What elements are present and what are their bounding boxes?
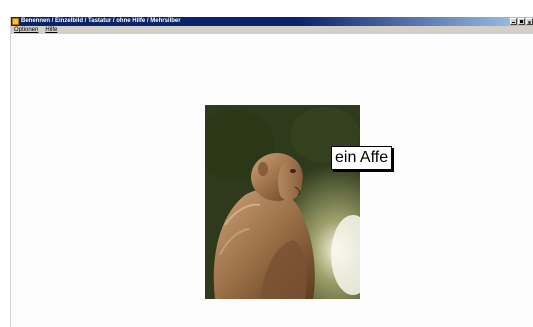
- maximize-button[interactable]: [518, 18, 525, 25]
- menu-hilfe[interactable]: Hilfe: [45, 26, 57, 34]
- monkey-photo: [205, 105, 360, 299]
- minimize-icon: [512, 20, 515, 23]
- close-icon: [528, 20, 531, 23]
- app-icon[interactable]: [12, 18, 19, 25]
- menu-optionen[interactable]: Optionen: [14, 26, 38, 34]
- app-window: Benennen / Einzelbild / Tastatur / ohne …: [10, 17, 533, 327]
- menu-bar: Optionen Hilfe: [11, 26, 533, 34]
- window-title: Benennen / Einzelbild / Tastatur / ohne …: [21, 18, 181, 24]
- close-button[interactable]: [526, 18, 533, 25]
- word-label: ein Affe: [331, 146, 393, 170]
- window-controls: [510, 18, 533, 25]
- client-area: ein Affe: [11, 34, 533, 327]
- title-bar[interactable]: Benennen / Einzelbild / Tastatur / ohne …: [11, 17, 533, 26]
- maximize-icon: [520, 20, 523, 23]
- minimize-button[interactable]: [510, 18, 517, 25]
